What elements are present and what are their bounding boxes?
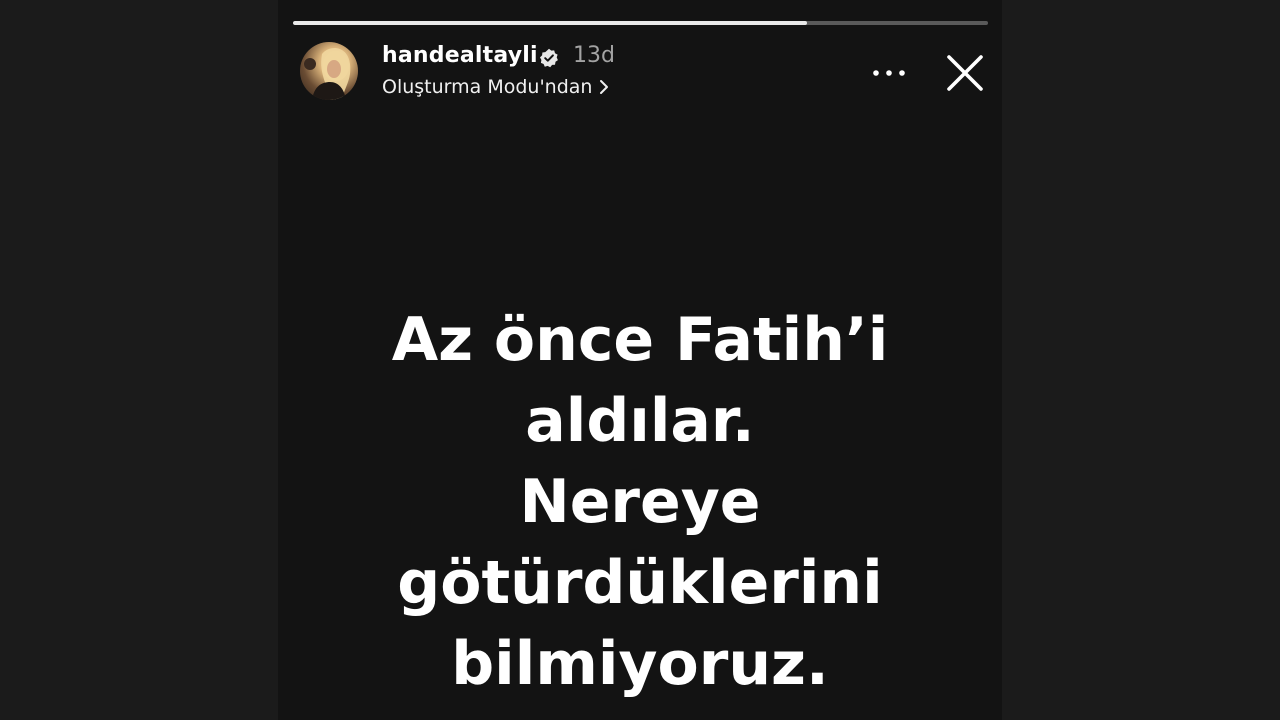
avatar-photo: [304, 48, 351, 100]
creation-mode-link[interactable]: Oluşturma Modu'ndan: [382, 76, 610, 98]
story-viewer[interactable]: handealtayli 13d Oluşturma Modu'ndan Az …: [278, 0, 1002, 720]
username[interactable]: handealtayli: [382, 43, 538, 68]
chevron-right-icon: [600, 80, 609, 94]
story-progress-bar: [293, 21, 988, 25]
close-icon[interactable]: [945, 53, 985, 93]
story-text-line: Az önce Fatih’i: [391, 305, 889, 375]
more-horizontal-icon[interactable]: [872, 64, 906, 82]
story-text: Az önce Fatih’i aldılar. Nereye götürdük…: [278, 300, 1002, 705]
story-text-line: Nereye: [519, 467, 761, 537]
story-text-line: götürdüklerini: [397, 548, 883, 618]
page: handealtayli 13d Oluşturma Modu'ndan Az …: [0, 0, 1280, 720]
creation-mode-label: Oluşturma Modu'ndan: [382, 76, 593, 98]
story-text-line: bilmiyoruz.: [451, 629, 829, 699]
story-progress-fill: [293, 21, 808, 25]
avatar[interactable]: [300, 42, 358, 100]
verified-badge-icon: [540, 48, 558, 68]
story-timestamp: 13d: [573, 43, 615, 68]
story-text-line: aldılar.: [525, 386, 755, 456]
